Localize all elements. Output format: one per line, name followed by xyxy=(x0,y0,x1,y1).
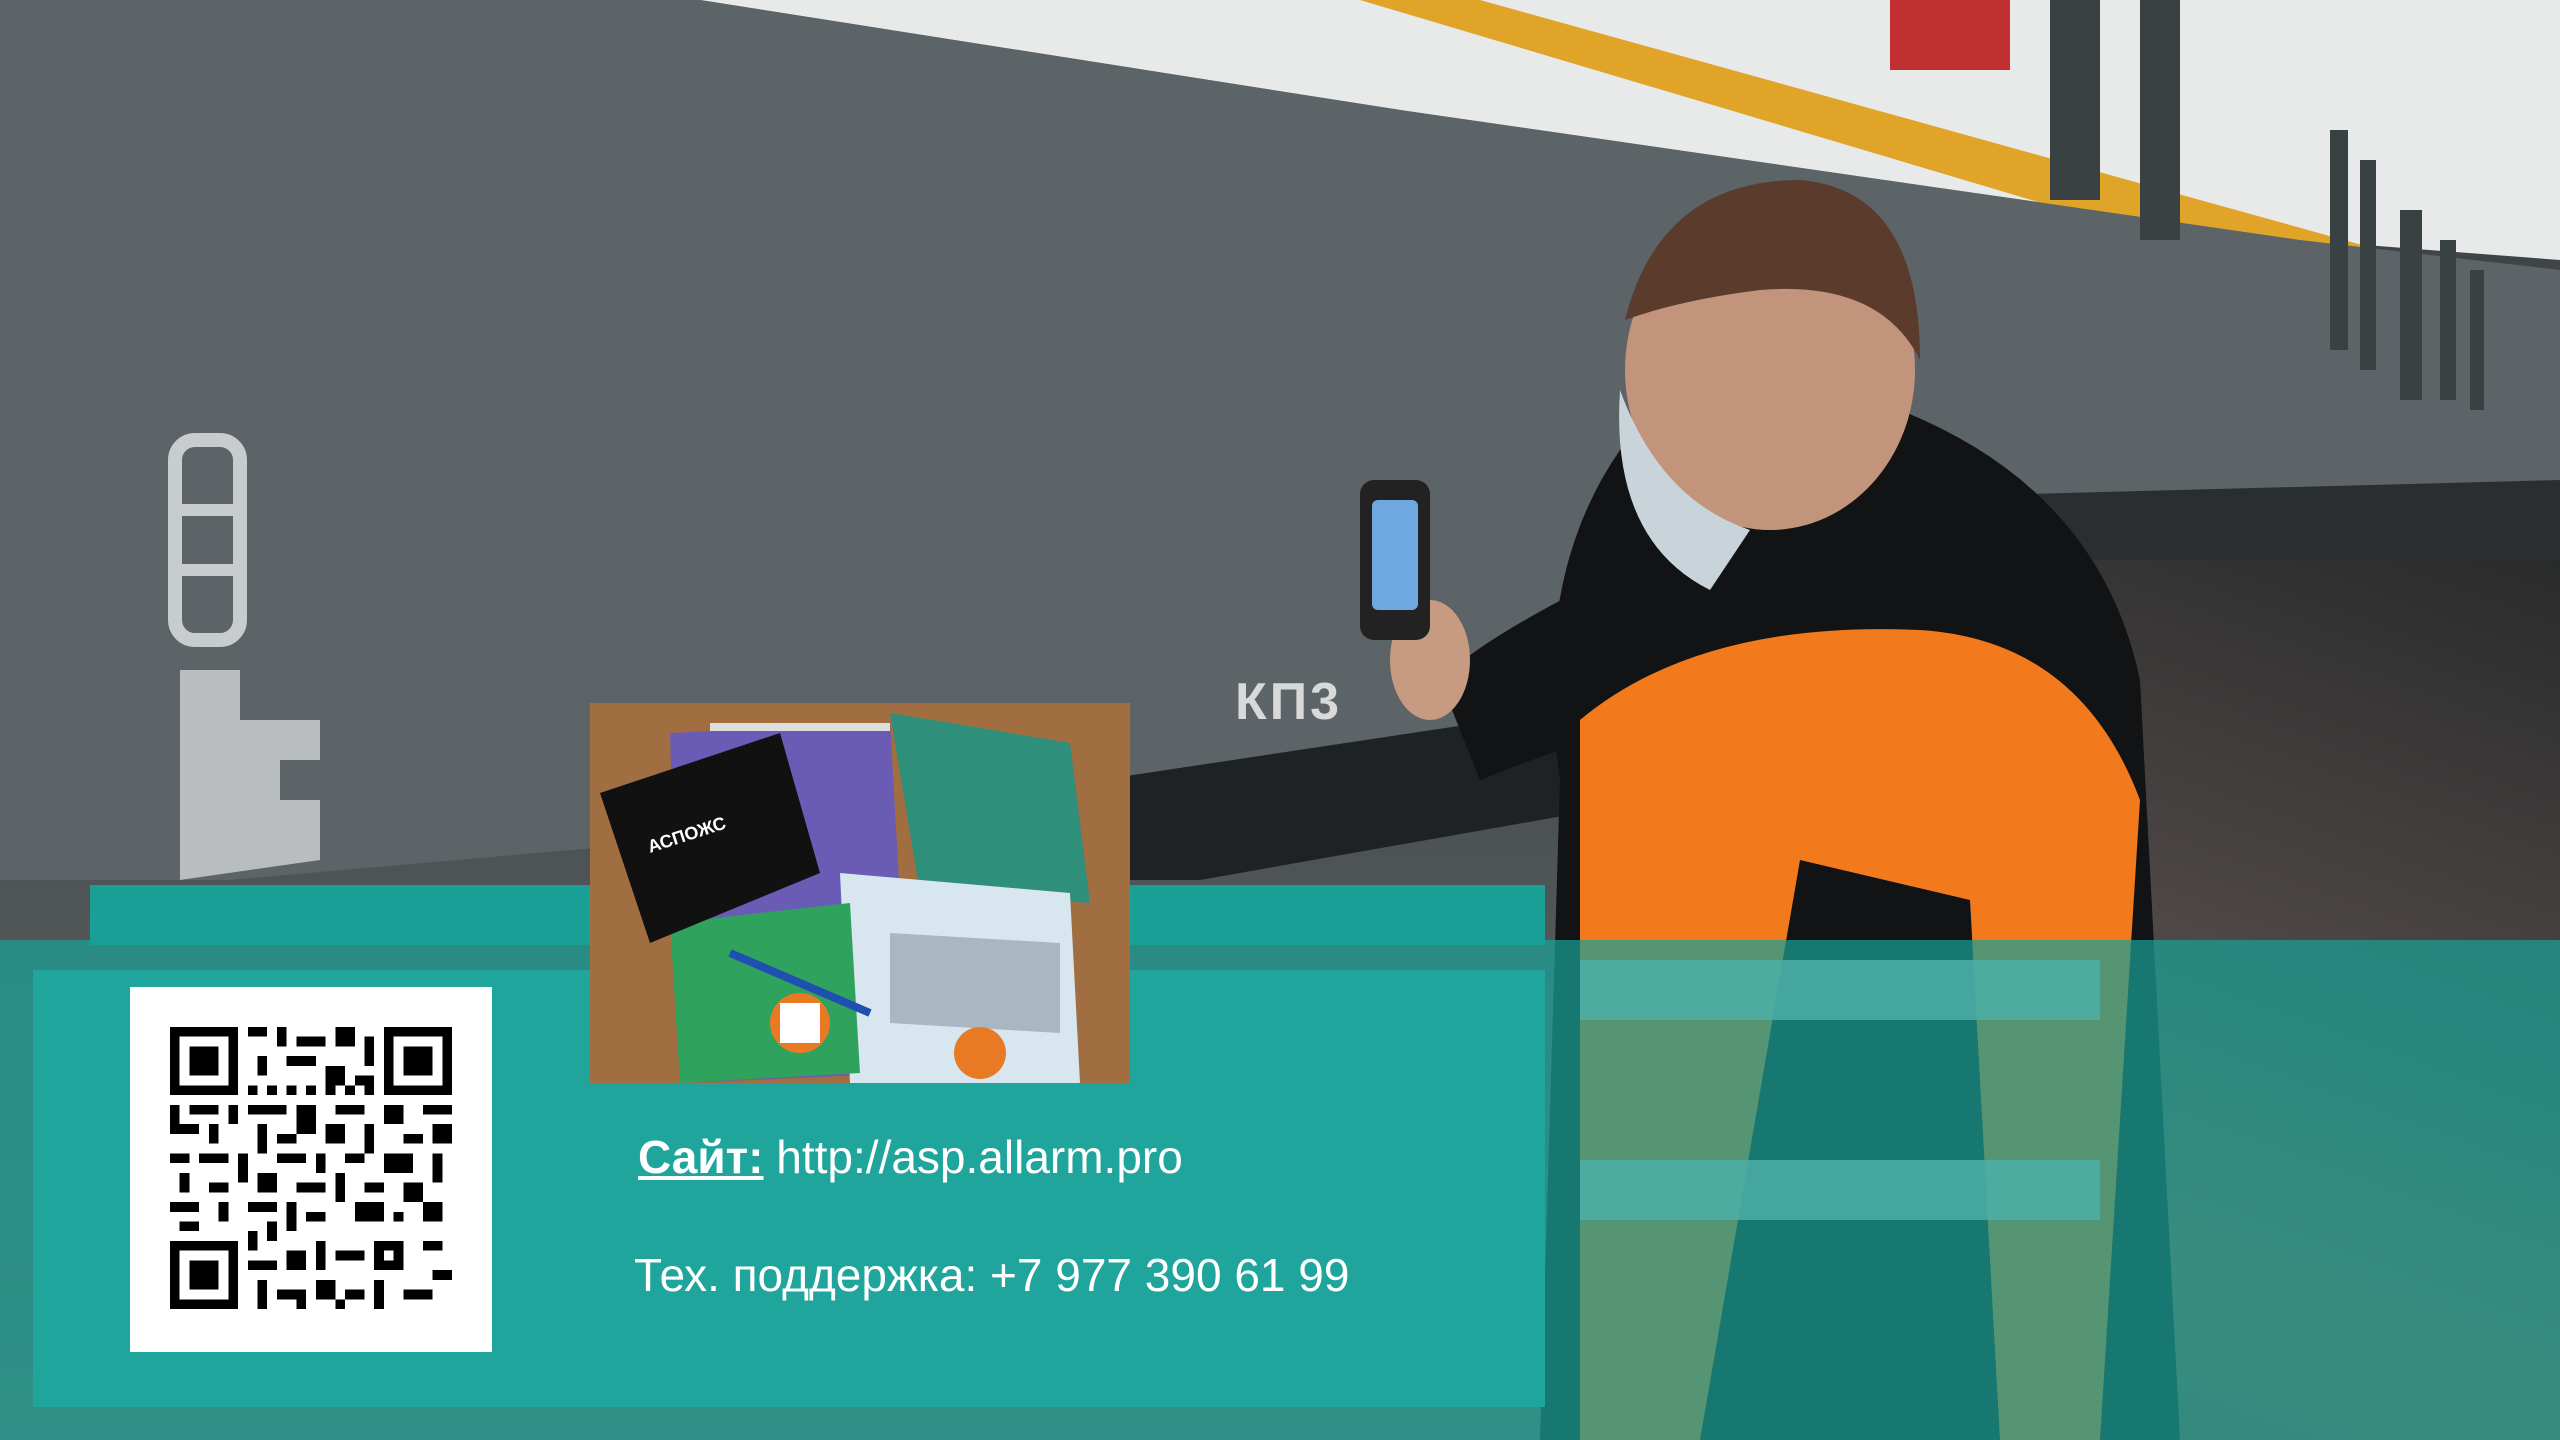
site-label: Сайт: xyxy=(638,1131,764,1183)
qr-code[interactable] xyxy=(170,1027,452,1309)
car-marking: КП3 xyxy=(1235,673,1343,731)
site-line: Сайт: http://asp.allarm.pro xyxy=(638,1130,1183,1184)
site-url-link[interactable]: http://asp.allarm.pro xyxy=(776,1131,1183,1183)
qr-code-card[interactable] xyxy=(130,987,492,1352)
support-phone-text: Тех. поддержка: +7 977 390 61 99 xyxy=(634,1249,1350,1301)
promo-merch-image: АСПОЖС xyxy=(590,703,1130,1083)
